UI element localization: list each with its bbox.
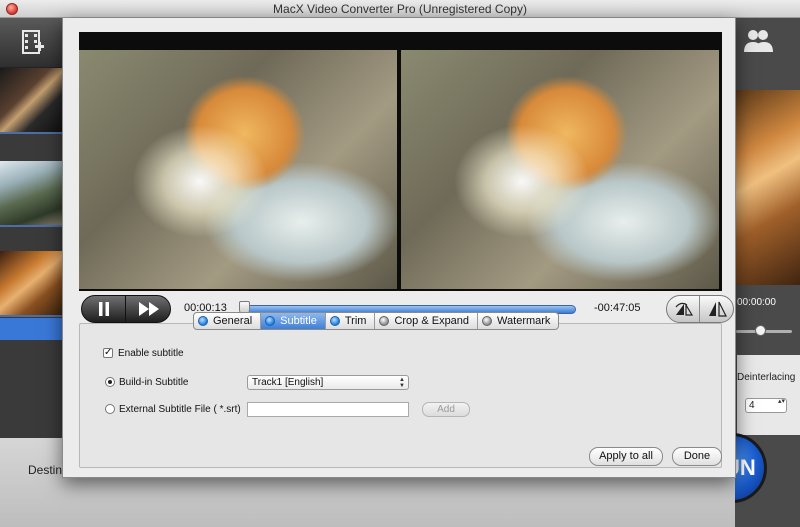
- external-subtitle-label: External Subtitle File ( *.srt): [119, 404, 241, 415]
- video-thumbnail[interactable]: [0, 251, 62, 317]
- tab-watermark[interactable]: Watermark: [478, 313, 558, 329]
- original-video-preview: [79, 50, 397, 289]
- tab-status-icon: [265, 316, 276, 326]
- builtin-subtitle-label: Build-in Subtitle: [119, 377, 189, 388]
- cpu-core-select[interactable]: 4: [745, 398, 787, 413]
- tab-status-icon: [198, 316, 208, 326]
- fast-forward-icon: [139, 302, 159, 316]
- video-list-sidebar: [0, 18, 62, 438]
- tab-status-icon: [329, 316, 340, 326]
- remaining-time: -00:47:05: [594, 302, 641, 314]
- flip-button[interactable]: [701, 296, 734, 322]
- enable-subtitle-checkbox[interactable]: ✓: [103, 348, 113, 358]
- add-subtitle-button[interactable]: Add: [422, 402, 470, 417]
- select-arrows-icon: ▲ ▼: [399, 377, 405, 389]
- rotate-icon: [675, 302, 694, 316]
- playback-button-group: [81, 295, 171, 323]
- tab-crop-expand[interactable]: Crop & Expand: [375, 313, 479, 329]
- flip-button-group: [666, 295, 734, 323]
- tab-general[interactable]: General: [194, 313, 262, 329]
- window-titlebar: MacX Video Converter Pro (Unregistered C…: [0, 0, 800, 18]
- builtin-subtitle-radio[interactable]: [105, 377, 115, 387]
- tab-subtitle[interactable]: Subtitle: [261, 313, 326, 329]
- add-video-icon: [22, 30, 44, 54]
- video-thumbnail[interactable]: [0, 161, 62, 227]
- subtitle-track-select[interactable]: Track1 [English] ▲ ▼: [247, 375, 409, 390]
- video-thumbnail[interactable]: [0, 68, 62, 134]
- done-button[interactable]: Done: [672, 447, 722, 466]
- edit-settings-sheet: 00:00:13 -00:47:05 General Subtitle Trim…: [62, 18, 736, 478]
- cpu-core-value: 4: [749, 400, 755, 411]
- settings-tabs: General Subtitle Trim Crop & Expand Wate…: [193, 312, 560, 330]
- output-video-preview: [401, 50, 719, 289]
- tab-trim[interactable]: Trim: [326, 313, 376, 329]
- selected-item-highlight: [0, 318, 62, 340]
- rotate-button[interactable]: [667, 296, 700, 322]
- options-panel: [737, 355, 800, 435]
- volume-slider-knob[interactable]: [755, 325, 766, 336]
- preview-thumbnail: [735, 90, 800, 285]
- external-subtitle-path-field[interactable]: [247, 402, 409, 417]
- enable-subtitle-label: Enable subtitle: [118, 348, 184, 359]
- pause-button[interactable]: [82, 296, 126, 322]
- external-subtitle-radio[interactable]: [105, 404, 115, 414]
- preview-time: 00:00:00: [737, 297, 776, 308]
- subtitle-track-value: Track1 [English]: [252, 377, 324, 388]
- deinterlacing-label: Deinterlacing: [737, 372, 796, 383]
- add-video-button[interactable]: [0, 18, 62, 68]
- tab-status-icon: [482, 316, 493, 326]
- tab-status-icon: [379, 316, 390, 326]
- flip-icon: [709, 301, 727, 317]
- close-window-icon[interactable]: [6, 3, 18, 15]
- window-title: MacX Video Converter Pro (Unregistered C…: [273, 2, 527, 16]
- users-icon[interactable]: [742, 28, 774, 54]
- pause-icon: [99, 302, 109, 316]
- apply-to-all-button[interactable]: Apply to all: [589, 447, 663, 466]
- preview-area: [79, 32, 722, 291]
- fast-forward-button[interactable]: [127, 296, 171, 322]
